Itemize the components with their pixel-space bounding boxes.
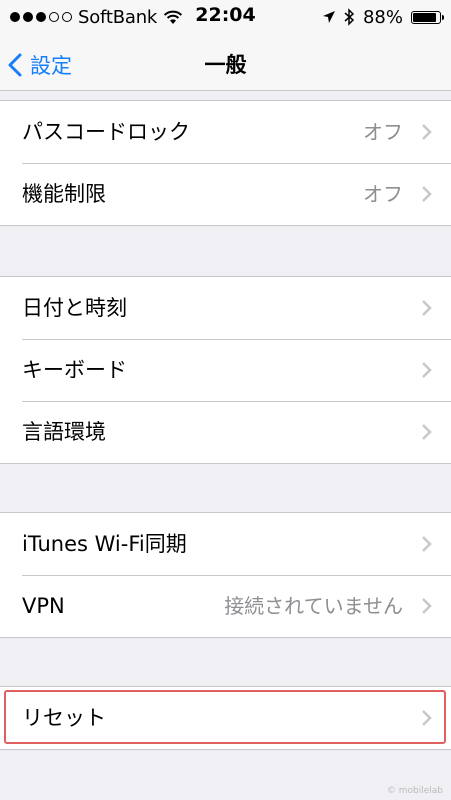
list-item-restrictions[interactable]: 機能制限 オフ xyxy=(0,163,451,225)
row-value: 接続されていません xyxy=(224,594,403,618)
row-label: パスコードロック xyxy=(22,120,190,144)
row-label: キーボード xyxy=(22,358,127,382)
chevron-right-icon xyxy=(422,424,432,440)
list-item-date-time[interactable]: 日付と時刻 xyxy=(0,277,451,339)
status-right: 88% xyxy=(322,4,444,30)
list-item-vpn[interactable]: VPN 接続されていません xyxy=(0,575,451,637)
status-bar: SoftBank 22:04 88% xyxy=(0,0,451,40)
settings-group-security: パスコードロック オフ 機能制限 オフ xyxy=(0,100,451,226)
location-arrow-icon xyxy=(322,11,335,23)
battery-icon xyxy=(411,10,444,24)
row-label: 機能制限 xyxy=(22,182,106,206)
row-label: VPN xyxy=(22,594,65,618)
row-label: リセット xyxy=(22,706,106,730)
chevron-right-icon xyxy=(422,300,432,316)
row-label: 日付と時刻 xyxy=(22,296,127,320)
watermark: © mobilelab xyxy=(386,786,443,796)
row-value: オフ xyxy=(363,120,403,144)
list-item-reset[interactable]: リセット xyxy=(0,687,451,749)
settings-group-locale: 日付と時刻 キーボード 言語環境 xyxy=(0,276,451,464)
bluetooth-icon xyxy=(344,8,355,26)
row-value: オフ xyxy=(363,182,403,206)
list-item-language-region[interactable]: 言語環境 xyxy=(0,401,451,463)
row-label: 言語環境 xyxy=(22,420,106,444)
page-title: 一般 xyxy=(204,53,247,77)
list-item-keyboard[interactable]: キーボード xyxy=(0,339,451,401)
chevron-right-icon xyxy=(422,536,432,552)
chevron-right-icon xyxy=(422,124,432,140)
chevron-right-icon xyxy=(422,362,432,378)
navigation-bar: 設定 一般 xyxy=(0,40,451,91)
battery-percent: 88% xyxy=(362,6,403,28)
settings-group-sync: iTunes Wi-Fi同期 VPN 接続されていません xyxy=(0,512,451,638)
chevron-right-icon xyxy=(422,710,432,726)
list-item-passcode-lock[interactable]: パスコードロック オフ xyxy=(0,101,451,163)
chevron-right-icon xyxy=(422,186,432,202)
battery-fill xyxy=(413,12,436,22)
row-label: iTunes Wi-Fi同期 xyxy=(22,532,187,556)
settings-group-reset: リセット xyxy=(0,686,451,750)
chevron-right-icon xyxy=(422,598,432,614)
list-item-itunes-wifi-sync[interactable]: iTunes Wi-Fi同期 xyxy=(0,513,451,575)
